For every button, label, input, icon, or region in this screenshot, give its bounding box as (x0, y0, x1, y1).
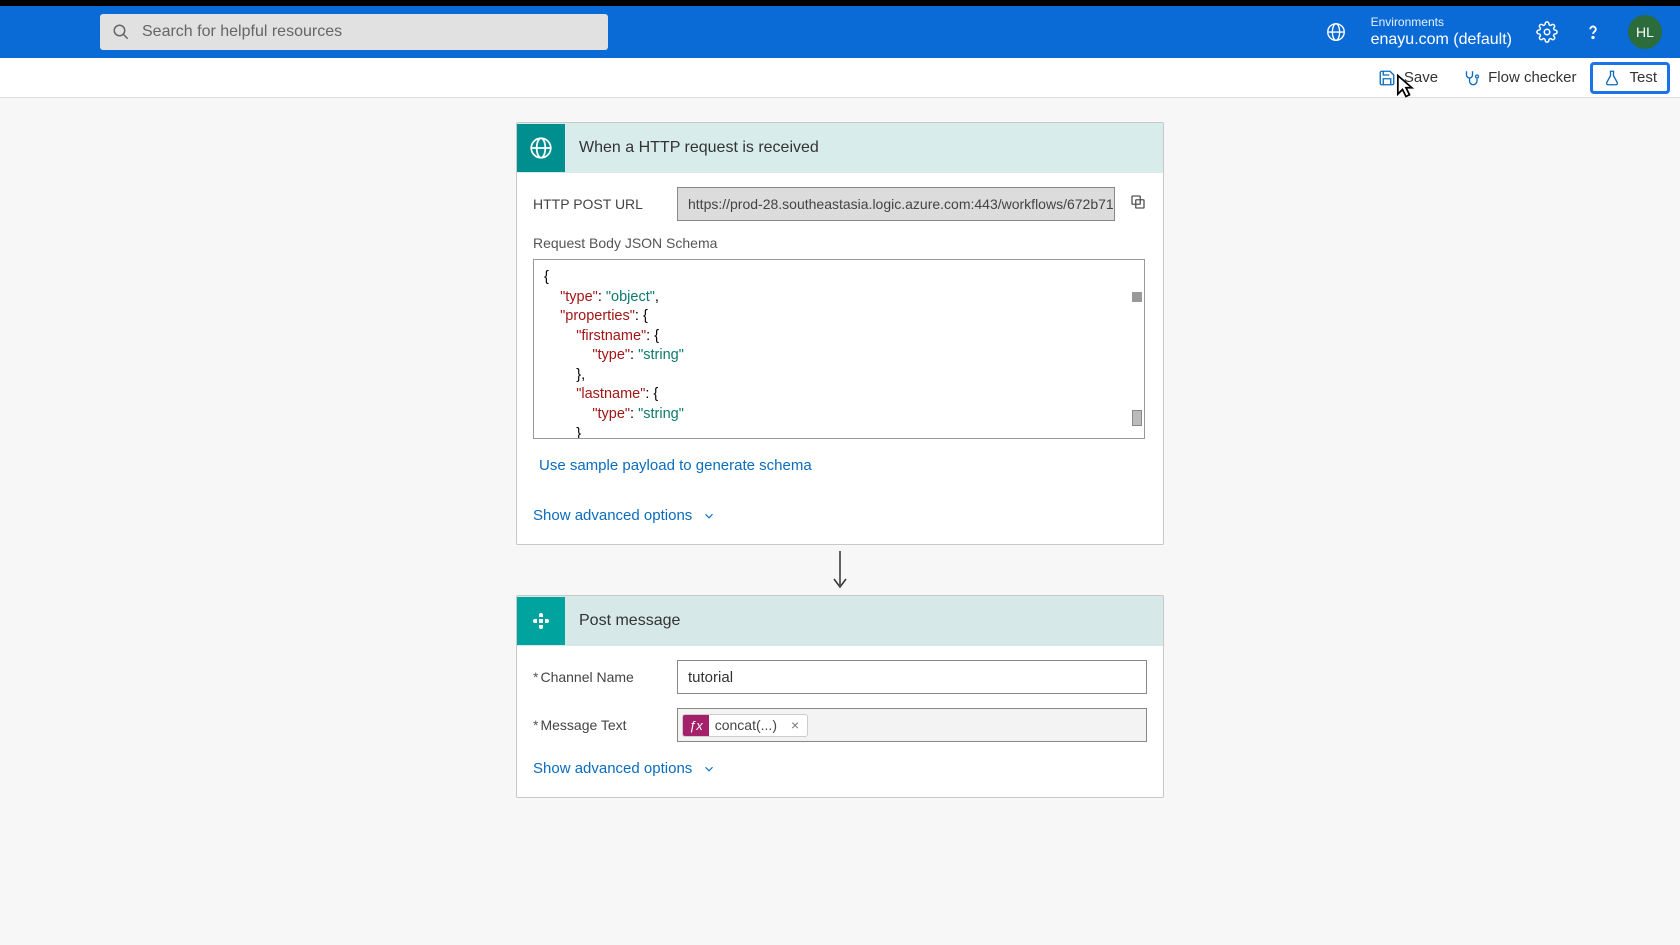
top-nav-bar: Environments enayu.com (default) HL (0, 6, 1680, 58)
remove-token-button[interactable]: × (783, 717, 807, 733)
trigger-card[interactable]: When a HTTP request is received HTTP POS… (516, 122, 1164, 545)
flow-checker-button[interactable]: Flow checker (1452, 65, 1586, 91)
designer-toolbar: Save Flow checker Test (0, 58, 1680, 98)
search-input[interactable] (142, 23, 596, 41)
global-search[interactable] (100, 14, 608, 50)
url-label: HTTP POST URL (533, 196, 663, 212)
message-text-label: *Message Text (533, 717, 663, 733)
connector-arrow-icon (828, 549, 852, 591)
trigger-header[interactable]: When a HTTP request is received (517, 123, 1163, 173)
copy-url-button[interactable] (1129, 193, 1147, 216)
flow-canvas: When a HTTP request is received HTTP POS… (0, 98, 1680, 838)
channel-name-input[interactable] (677, 660, 1147, 694)
stethoscope-icon (1462, 69, 1480, 87)
environment-name: enayu.com (default) (1371, 30, 1512, 49)
use-sample-payload-link[interactable]: Use sample payload to generate schema (539, 457, 812, 474)
test-button[interactable]: Test (1590, 62, 1670, 94)
chevron-down-icon (702, 509, 716, 523)
message-text-input[interactable]: ƒx concat(...) × (677, 708, 1147, 742)
json-schema-editor[interactable]: { "type": "object", "properties": { "fir… (533, 259, 1145, 439)
trigger-title: When a HTTP request is received (565, 139, 819, 157)
fx-icon: ƒx (683, 715, 709, 736)
environment-selector[interactable]: Environments enayu.com (default) (1371, 15, 1512, 49)
expression-text: concat(...) (709, 717, 783, 733)
slack-action-icon (517, 597, 565, 645)
save-button[interactable]: Save (1368, 65, 1448, 91)
schema-scrollbar-bottom[interactable] (1132, 410, 1142, 426)
question-icon (1582, 21, 1604, 43)
action-advanced-options[interactable]: Show advanced options (533, 760, 1147, 777)
environment-label: Environments (1371, 15, 1512, 29)
action-header[interactable]: Post message (517, 596, 1163, 646)
trigger-advanced-options[interactable]: Show advanced options (533, 507, 1147, 524)
search-icon (112, 23, 130, 41)
avatar-initials: HL (1636, 24, 1654, 40)
action-card[interactable]: Post message *Channel Name *Message Text… (516, 595, 1164, 798)
schema-scrollbar[interactable] (1132, 292, 1142, 302)
flask-icon (1603, 69, 1621, 87)
help-button[interactable] (1582, 21, 1604, 43)
save-icon (1378, 69, 1396, 87)
chevron-down-icon (702, 762, 716, 776)
http-post-url-field[interactable]: https://prod-28.southeastasia.logic.azur… (677, 187, 1115, 221)
action-title: Post message (565, 612, 680, 630)
expression-token[interactable]: ƒx concat(...) × (682, 714, 808, 737)
user-avatar[interactable]: HL (1628, 15, 1662, 49)
environment-icon[interactable] (1325, 21, 1347, 43)
http-trigger-icon (517, 124, 565, 172)
channel-name-label: *Channel Name (533, 669, 663, 685)
gear-icon (1536, 21, 1558, 43)
copy-icon (1129, 193, 1147, 211)
settings-button[interactable] (1536, 21, 1558, 43)
schema-label: Request Body JSON Schema (533, 235, 1147, 251)
